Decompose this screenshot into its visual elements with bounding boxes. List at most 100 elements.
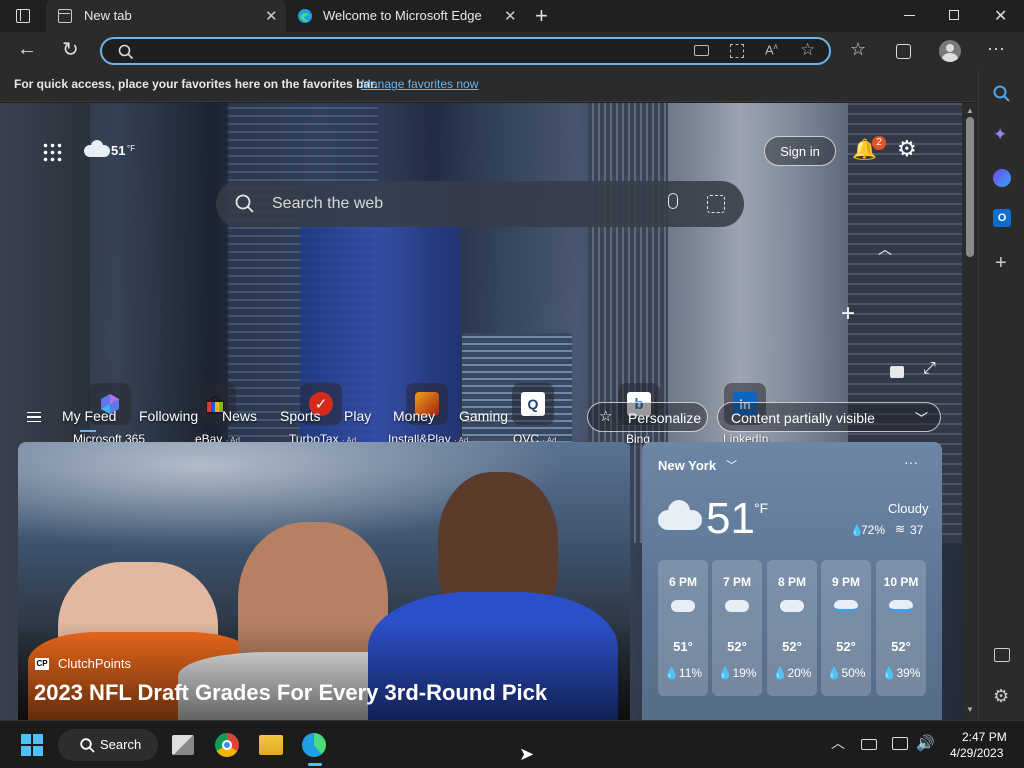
restore-icon[interactable] (949, 10, 959, 20)
settings-more-icon[interactable]: ··· (987, 38, 1005, 59)
volume-icon[interactable]: 🔊 (916, 734, 935, 752)
hour-precip: 💧50% (826, 666, 866, 680)
weather-location[interactable]: New York (658, 458, 716, 473)
profile-avatar-icon[interactable] (939, 40, 961, 62)
favorites-hint-text: For quick access, place your favorites h… (14, 77, 378, 91)
hide-sidebar-icon[interactable] (994, 648, 1010, 662)
shopping-icon[interactable] (993, 169, 1011, 187)
tab-following[interactable]: Following (139, 408, 198, 424)
manage-favorites-link[interactable]: Manage favorites now (361, 77, 478, 91)
article-headline[interactable]: 2023 NFL Draft Grades For Every 3rd-Roun… (34, 680, 547, 706)
microphone-icon[interactable] (668, 193, 678, 209)
keyboard-icon[interactable] (861, 739, 877, 750)
tab-play[interactable]: Play (344, 408, 371, 424)
weather-condition: Cloudy (888, 501, 929, 516)
hourly-forecast-item[interactable]: 7 PM 52° 💧19% (712, 560, 762, 696)
scroll-down-icon[interactable]: ▼ (966, 705, 974, 714)
rain-cloud-icon (834, 600, 858, 612)
cloud-icon (780, 600, 804, 612)
cursor-arrow-icon: ➤ (519, 744, 535, 764)
add-favorite-icon[interactable]: ☆ (800, 40, 815, 60)
edit-background-icon[interactable] (890, 366, 904, 378)
add-sidebar-app-icon[interactable]: + (995, 252, 1007, 275)
web-search-box[interactable]: Search the web (216, 181, 744, 227)
hourly-forecast-item[interactable]: 8 PM 52° 💧20% (767, 560, 817, 696)
expand-icon[interactable]: ⤢ (923, 360, 936, 378)
chevron-down-icon[interactable]: ﹀ (726, 457, 737, 473)
close-tab-icon[interactable]: ✕ (265, 7, 278, 25)
sign-in-button[interactable]: Sign in (764, 136, 836, 166)
article-source: ClutchPoints (58, 656, 131, 671)
read-aloud-icon[interactable]: Aʌ (765, 42, 778, 57)
feed-menu-icon[interactable] (27, 412, 41, 422)
chrome-icon[interactable] (215, 733, 239, 757)
add-quick-link-icon[interactable]: + (841, 300, 855, 328)
close-window-icon[interactable]: ✕ (994, 6, 1007, 26)
windows-start-icon[interactable] (21, 734, 43, 756)
scroll-up-icon[interactable]: ▲ (966, 106, 974, 115)
more-options-icon[interactable]: ··· (904, 454, 918, 470)
address-bar[interactable]: Aʌ ☆ (100, 37, 831, 65)
title-bar: New tab ✕ Welcome to Microsoft Edge ✕ + … (0, 0, 1024, 32)
network-icon[interactable] (892, 737, 908, 750)
new-tab-page: 51 °F Sign in 🔔 2 ⚙ Search the web ︿ ✓ Q… (0, 103, 962, 720)
new-tab-plus-icon[interactable]: + (535, 3, 548, 29)
copilot-sparkle-icon[interactable]: ✦ (993, 125, 1007, 145)
edge-logo-icon (298, 9, 312, 23)
outlook-icon[interactable]: O (993, 209, 1011, 227)
cloud-icon-puff (668, 500, 690, 522)
tab-sports[interactable]: Sports (280, 408, 320, 424)
more-tabs-icon[interactable]: ··· (529, 405, 543, 421)
minimize-icon[interactable] (904, 15, 915, 16)
humidity: 72% (861, 523, 886, 537)
sparkle-star-icon: ☆ (599, 408, 613, 425)
hero-article-card[interactable]: CP ClutchPoints 2023 NFL Draft Grades Fo… (18, 442, 630, 720)
hour-label: 9 PM (831, 575, 860, 589)
sidebar-settings-icon[interactable]: ⚙ (993, 686, 1009, 707)
back-arrow-icon[interactable]: ← (17, 38, 37, 61)
qr-code-icon[interactable] (730, 44, 744, 58)
show-hidden-icons-icon[interactable]: ︿ (831, 733, 845, 753)
tab-actions-icon[interactable] (16, 9, 30, 23)
tab-welcome-edge[interactable]: Welcome to Microsoft Edge ✕ (287, 0, 525, 32)
content-visibility-dropdown[interactable]: Content partially visible ﹀ (717, 402, 941, 432)
hour-temp: 52° (891, 639, 911, 654)
scrollbar-thumb[interactable] (966, 117, 974, 257)
page-scrollbar[interactable]: ▲ ▼ (962, 103, 978, 720)
gear-icon[interactable]: ⚙ (897, 136, 917, 162)
app-available-icon[interactable] (694, 45, 709, 56)
tab-gaming[interactable]: Gaming (459, 408, 508, 424)
refresh-icon[interactable]: ↻ (62, 37, 79, 62)
apps-launcher-icon[interactable] (42, 142, 62, 162)
task-view-icon[interactable] (172, 735, 194, 755)
temperature: 51 (111, 143, 126, 158)
tab-my-feed[interactable]: My Feed (62, 408, 116, 424)
chevron-up-icon[interactable]: ︿ (878, 239, 892, 259)
hourly-forecast-item[interactable]: 10 PM 52° 💧39% (876, 560, 926, 696)
clock-date[interactable]: 4/29/2023 (950, 746, 1003, 760)
file-explorer-icon[interactable] (259, 735, 283, 755)
hour-temp: 51° (673, 639, 693, 654)
search-icon[interactable] (993, 85, 1011, 103)
edge-taskbar-icon[interactable] (302, 733, 326, 757)
hour-temp: 52° (836, 639, 856, 654)
taskbar-search-button[interactable]: Search (58, 729, 158, 761)
tab-new-tab[interactable]: New tab ✕ (46, 0, 286, 32)
close-tab-icon[interactable]: ✕ (504, 7, 517, 25)
visual-search-icon[interactable] (707, 195, 725, 213)
tab-money[interactable]: Money (393, 408, 435, 424)
address-input[interactable] (142, 41, 682, 61)
navigation-toolbar: ← ↻ Aʌ ☆ ☆ ··· (0, 32, 1024, 70)
tab-news[interactable]: News (222, 408, 257, 424)
hour-label: 8 PM (777, 575, 806, 589)
clock-time[interactable]: 2:47 PM (962, 730, 1007, 744)
tab-label: Welcome to Microsoft Edge (323, 8, 482, 23)
chevron-down-icon: ﹀ (915, 411, 929, 426)
collections-icon[interactable] (896, 44, 911, 59)
wind-icon: ≋ (895, 522, 906, 536)
favorites-icon[interactable]: ☆ (850, 39, 866, 60)
hourly-forecast-item[interactable]: 6 PM 51° 💧11% (658, 560, 708, 696)
personalize-button[interactable]: ☆ Personalize (587, 402, 708, 432)
hourly-forecast-item[interactable]: 9 PM 52° 💧50% (821, 560, 871, 696)
hour-precip: 💧39% (881, 666, 921, 680)
